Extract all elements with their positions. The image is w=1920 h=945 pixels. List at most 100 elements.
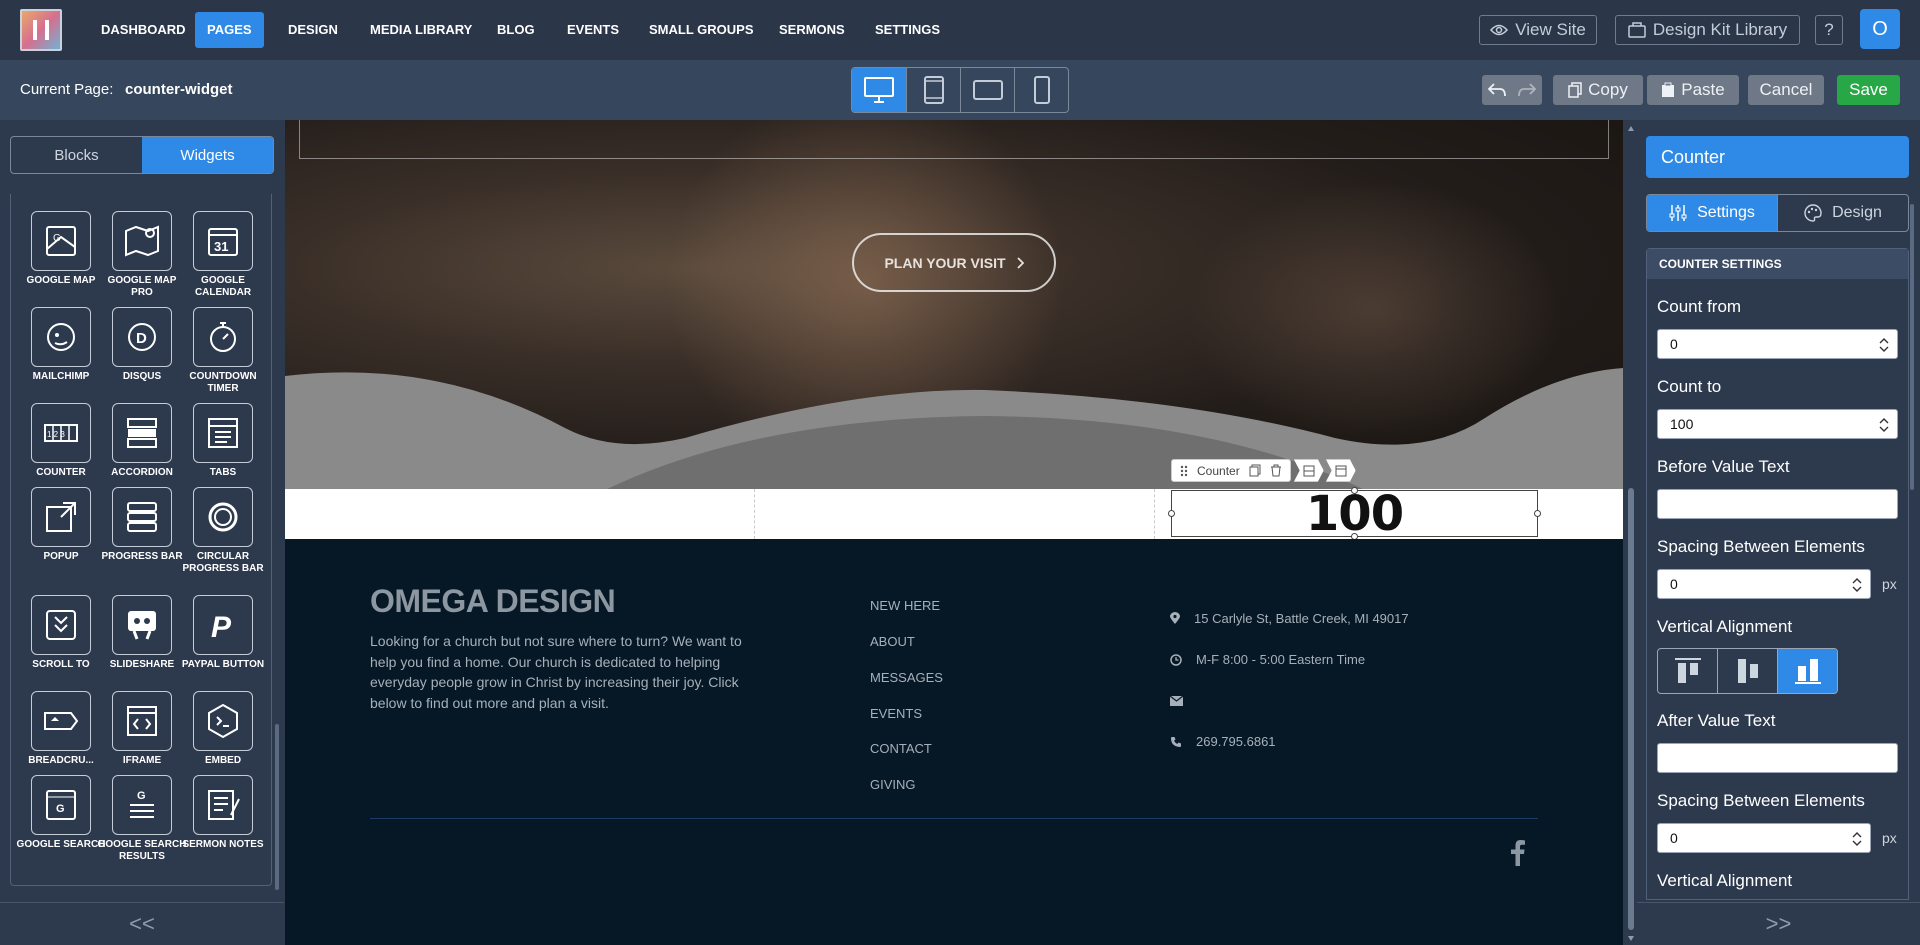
nav-settings[interactable]: SETTINGS — [863, 12, 952, 48]
paste-button[interactable]: Paste — [1647, 75, 1739, 105]
footer-link[interactable]: EVENTS — [870, 706, 1070, 741]
nav-dashboard[interactable]: DASHBOARD — [89, 12, 198, 48]
resize-handle[interactable] — [1168, 510, 1175, 517]
tablet-portrait-view-button[interactable] — [906, 68, 960, 112]
footer-link[interactable]: MESSAGES — [870, 670, 1070, 706]
collapse-left-panel-button[interactable]: << — [0, 902, 284, 945]
widget-tile[interactable]: CIRCULAR PROGRESS BAR — [178, 487, 268, 575]
resize-handle[interactable] — [1534, 510, 1541, 517]
row-settings-button[interactable] — [1325, 459, 1356, 482]
nav-media-library[interactable]: MEDIA LIBRARY — [358, 12, 484, 48]
save-button[interactable]: Save — [1837, 75, 1900, 105]
current-page-label: Current Page: — [20, 81, 114, 98]
left-scrollbar[interactable] — [275, 724, 279, 890]
align-top-button[interactable] — [1658, 649, 1717, 693]
tab-widgets[interactable]: Widgets — [142, 137, 273, 173]
stepper-arrows-icon[interactable] — [1879, 336, 1889, 354]
view-site-label: View Site — [1515, 20, 1586, 39]
widget-tile[interactable]: EMBED — [178, 691, 268, 767]
before-value-text-input[interactable] — [1657, 489, 1898, 519]
widget-tile[interactable]: G GOOGLE SEARCH RESULTS — [97, 775, 187, 863]
app-logo[interactable] — [20, 9, 62, 51]
after-value-text-input[interactable] — [1657, 743, 1898, 773]
widget-tile[interactable]: SLIDESHARE — [97, 595, 187, 671]
align-bottom-button[interactable] — [1777, 649, 1837, 693]
column-icon — [1303, 465, 1315, 476]
design-kit-library-button[interactable]: Design Kit Library — [1615, 15, 1800, 45]
drag-handle-icon[interactable] — [1180, 465, 1188, 477]
canvas-scroll-thumb[interactable] — [1628, 488, 1634, 930]
duplicate-icon[interactable] — [1249, 464, 1261, 477]
spacing-value: 0 — [1670, 576, 1678, 592]
widget-tile[interactable]: POPUP — [16, 487, 106, 563]
widget-tile[interactable]: 31 GOOGLE CALENDAR — [178, 211, 268, 299]
tablet-landscape-view-button[interactable] — [959, 68, 1015, 112]
widget-tile[interactable]: GOOGLE MAP PRO — [97, 211, 187, 299]
widget-tile[interactable]: P PAYPAL BUTTON — [178, 595, 268, 671]
widget-tile[interactable]: PROGRESS BAR — [97, 487, 187, 563]
widget-tile[interactable]: MAILCHIMP — [16, 307, 106, 383]
widget-label: GOOGLE MAP PRO — [107, 275, 177, 298]
widget-tile[interactable]: G GOOGLE SEARCH — [16, 775, 106, 851]
count-to-input[interactable]: 100 — [1657, 409, 1898, 439]
copy-button[interactable]: Copy — [1553, 75, 1643, 105]
stepper-arrows-icon[interactable] — [1852, 576, 1862, 594]
count-from-input[interactable]: 0 — [1657, 329, 1898, 359]
spacing-between-elements-input[interactable]: 0 — [1657, 569, 1871, 599]
view-site-button[interactable]: View Site — [1479, 15, 1597, 45]
footer-link[interactable]: CONTACT — [870, 741, 1070, 777]
column-settings-button[interactable] — [1293, 459, 1324, 482]
cancel-button[interactable]: Cancel — [1748, 75, 1824, 105]
canvas-scrollbar[interactable] — [1625, 120, 1637, 945]
scroll-down-arrow[interactable] — [1628, 936, 1634, 941]
user-avatar[interactable]: O — [1860, 9, 1900, 49]
help-button[interactable]: ? — [1815, 15, 1843, 45]
widget-tile[interactable]: COUNTDOWN TIMER — [178, 307, 268, 395]
redo-button[interactable] — [1512, 75, 1542, 105]
resize-handle[interactable] — [1351, 487, 1358, 494]
svg-text:G: G — [56, 803, 65, 815]
footer-link[interactable]: GIVING — [870, 777, 1070, 813]
widget-tile[interactable]: TABS — [178, 403, 268, 479]
footer-link[interactable]: NEW HERE — [870, 598, 1070, 634]
google-map-pro-icon — [112, 211, 172, 271]
nav-sermons[interactable]: SERMONS — [767, 12, 857, 48]
align-middle-button[interactable] — [1717, 649, 1777, 693]
stepper-arrows-icon[interactable] — [1852, 830, 1862, 848]
trash-icon[interactable] — [1270, 464, 1282, 477]
tab-settings[interactable]: Settings — [1647, 195, 1777, 231]
collapse-right-panel-button[interactable]: >> — [1637, 902, 1920, 945]
mailchimp-icon — [31, 307, 91, 367]
tab-design[interactable]: Design — [1777, 195, 1908, 231]
tab-blocks[interactable]: Blocks — [11, 137, 142, 173]
nav-small-groups[interactable]: SMALL GROUPS — [637, 12, 766, 48]
facebook-icon[interactable] — [1511, 840, 1525, 866]
plan-your-visit-button[interactable]: PLAN YOUR VISIT — [852, 233, 1056, 292]
widget-tile[interactable]: ACCORDION — [97, 403, 187, 479]
widget-tile[interactable]: IFRAME — [97, 691, 187, 767]
widget-tile[interactable]: BREADCRU... — [16, 691, 106, 767]
undo-button[interactable] — [1482, 75, 1512, 105]
widget-tile[interactable]: G GOOGLE MAP — [16, 211, 106, 287]
widget-tile[interactable]: D DISQUS — [97, 307, 187, 383]
desktop-icon — [864, 77, 895, 103]
footer-link[interactable]: ABOUT — [870, 634, 1070, 670]
current-page-value: counter-widget — [125, 81, 233, 98]
right-scrollbar[interactable] — [1910, 204, 1914, 490]
stepper-arrows-icon[interactable] — [1879, 416, 1889, 434]
widget-label: MAILCHIMP — [32, 371, 90, 382]
nav-events[interactable]: EVENTS — [555, 12, 631, 48]
widget-tile[interactable]: SERMON NOTES — [178, 775, 268, 851]
column-divider — [754, 489, 755, 539]
widget-tile[interactable]: 1 2 3 COUNTER — [16, 403, 106, 479]
nav-blog[interactable]: BLOG — [485, 12, 547, 48]
widget-tile[interactable]: SCROLL TO — [16, 595, 106, 671]
sliders-icon — [1669, 205, 1687, 221]
nav-design[interactable]: DESIGN — [276, 12, 350, 48]
nav-pages[interactable]: PAGES — [195, 12, 264, 48]
scroll-up-arrow[interactable] — [1628, 126, 1634, 131]
counter-widget[interactable]: 100 — [1168, 486, 1541, 542]
desktop-view-button[interactable] — [852, 68, 907, 112]
mobile-view-button[interactable] — [1014, 68, 1068, 112]
spacing-between-elements-input[interactable]: 0 — [1657, 823, 1871, 853]
